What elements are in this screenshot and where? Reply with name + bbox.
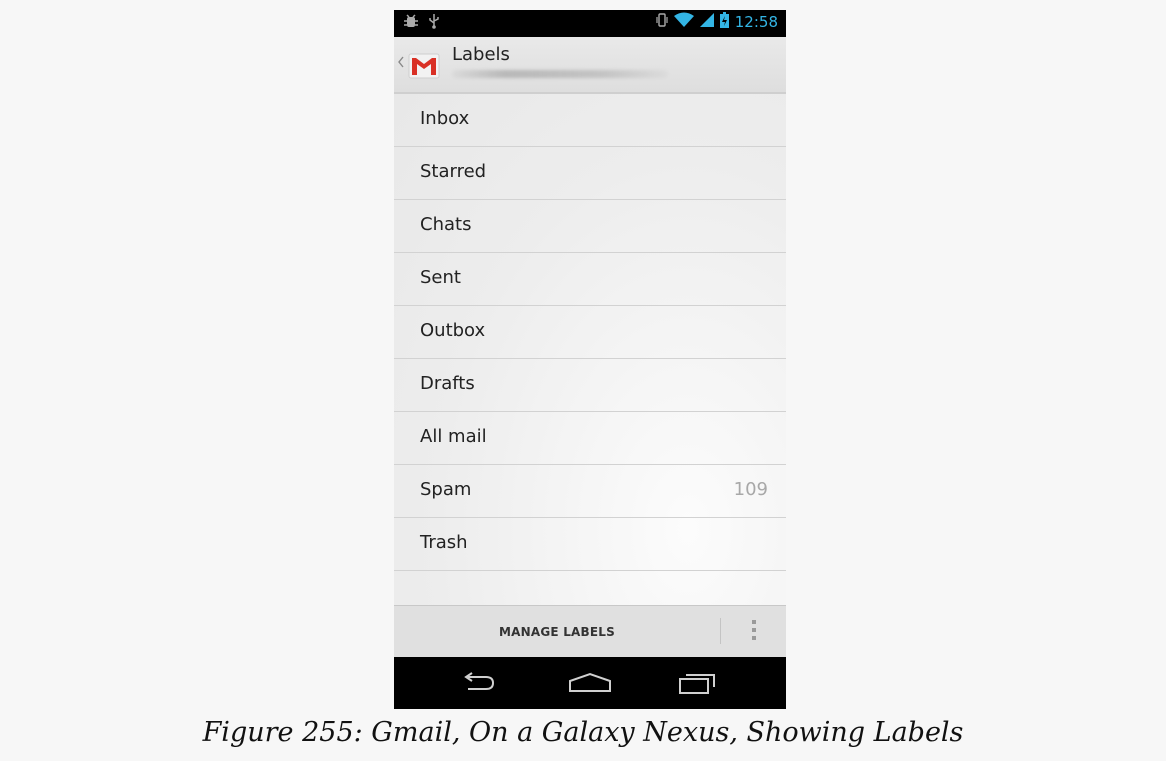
bottom-action-bar: MANAGE LABELS: [394, 605, 786, 657]
back-icon[interactable]: [460, 671, 496, 699]
label-item-chats[interactable]: Chats: [394, 200, 786, 253]
status-bar: 12:58: [394, 10, 786, 37]
label-name: Spam: [420, 479, 472, 500]
label-name: All mail: [420, 426, 487, 447]
label-item-starred[interactable]: Starred: [394, 147, 786, 200]
vibrate-icon: [656, 12, 668, 32]
status-clock: 12:58: [734, 13, 778, 31]
status-indicators: 12:58: [656, 12, 778, 32]
action-bar: Labels: [394, 37, 786, 94]
phone-screen: 12:58 Labels Inbox Starred Chats Sent Ou…: [394, 10, 786, 709]
recent-apps-icon[interactable]: [678, 671, 718, 699]
up-caret-icon: [398, 53, 404, 72]
label-name: Outbox: [420, 320, 486, 341]
home-icon[interactable]: [568, 671, 612, 699]
account-email-redacted: [452, 70, 668, 78]
gmail-icon: [408, 50, 440, 82]
battery-icon: [719, 12, 729, 32]
usb-icon: [428, 14, 440, 33]
label-item-outbox[interactable]: Outbox: [394, 306, 786, 359]
figure-caption: Figure 255: Gmail, On a Galaxy Nexus, Sh…: [202, 717, 964, 748]
label-item-sent[interactable]: Sent: [394, 253, 786, 306]
label-name: Drafts: [420, 373, 475, 394]
label-item-all-mail[interactable]: All mail: [394, 412, 786, 465]
label-name: Trash: [420, 532, 468, 553]
label-item-trash[interactable]: Trash: [394, 518, 786, 571]
label-item-spam[interactable]: Spam 109: [394, 465, 786, 518]
debug-icon: [404, 14, 422, 33]
label-item-drafts[interactable]: Drafts: [394, 359, 786, 412]
divider: [720, 618, 721, 644]
label-name: Sent: [420, 267, 461, 288]
status-notifications: [404, 13, 440, 33]
wifi-icon: [673, 12, 694, 32]
navigation-bar: [394, 657, 786, 709]
action-bar-title: Labels: [452, 44, 510, 65]
overflow-menu-icon: [751, 619, 757, 645]
overflow-menu-button[interactable]: [722, 606, 786, 657]
home-up-button[interactable]: [394, 37, 446, 92]
signal-icon: [699, 12, 714, 32]
label-list: Inbox Starred Chats Sent Outbox Drafts A…: [394, 94, 786, 606]
label-name: Starred: [420, 161, 487, 182]
label-name: Inbox: [420, 108, 470, 129]
label-item-inbox[interactable]: Inbox: [394, 94, 786, 147]
manage-labels-button[interactable]: MANAGE LABELS: [394, 606, 720, 657]
unread-count: 109: [733, 479, 768, 500]
label-name: Chats: [420, 214, 472, 235]
